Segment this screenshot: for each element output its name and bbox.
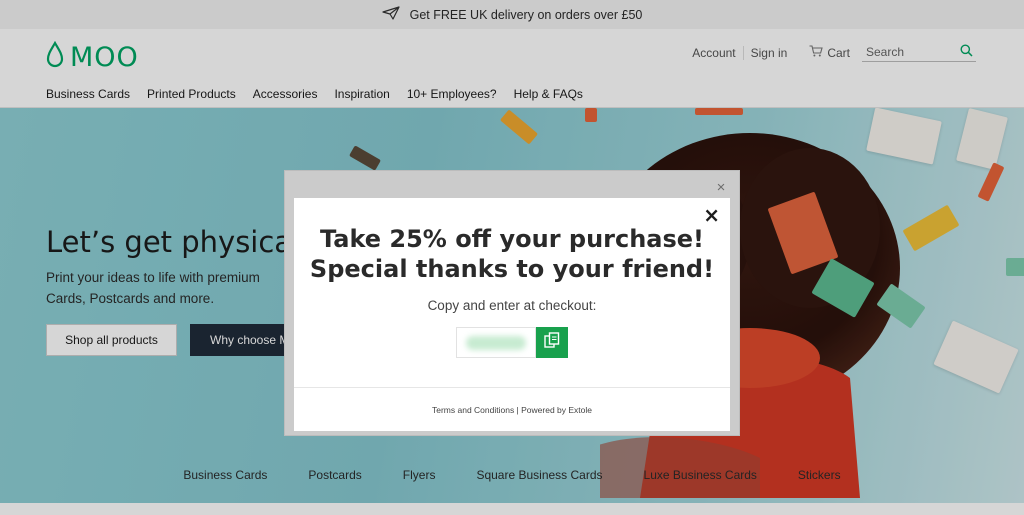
modal-instruction: Copy and enter at checkout: (427, 298, 597, 313)
modal-divider (294, 387, 730, 388)
frame-close-icon[interactable]: × (713, 179, 729, 196)
modal-headline: Take 25% off your purchase! Special thank… (309, 225, 715, 283)
blurred-code (466, 335, 526, 350)
modal-footer-links[interactable]: Terms and Conditions | Powered by Extole (294, 405, 730, 415)
referral-modal: × Take 25% off your purchase! Special tha… (294, 198, 730, 431)
coupon-code-row (456, 327, 568, 358)
coupon-code-field[interactable] (456, 327, 536, 358)
close-icon[interactable]: × (703, 205, 720, 225)
copy-code-button[interactable] (536, 327, 568, 358)
copy-icon (543, 331, 561, 354)
